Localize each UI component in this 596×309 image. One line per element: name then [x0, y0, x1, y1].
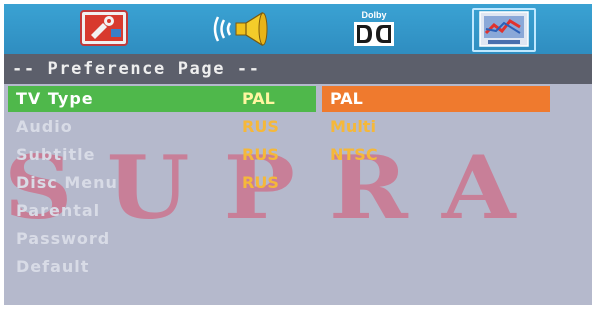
menu-item-label: Disc Menu	[16, 173, 118, 192]
option-label: PAL	[330, 89, 363, 108]
menu-item-value: PAL	[242, 89, 275, 108]
menu-item-label: Password	[16, 229, 111, 248]
menu-item-value: RUS	[242, 173, 279, 192]
menu-item-audio[interactable]: Audio RUS	[4, 114, 324, 140]
menu-item-subtitle[interactable]: Subtitle RUS	[4, 142, 324, 168]
option-label: Multi	[330, 117, 376, 136]
menu-item-password[interactable]: Password	[4, 226, 324, 252]
speaker-icon	[213, 11, 268, 47]
page-title: -- Preference Page --	[12, 59, 261, 79]
menu-item-disc-menu[interactable]: Disc Menu RUS	[4, 170, 324, 196]
option-pal[interactable]: PAL	[322, 86, 550, 112]
menu-item-parental[interactable]: Parental	[4, 198, 324, 224]
tab-bar: Dolby	[4, 4, 592, 54]
menu-item-default[interactable]: Default	[4, 254, 324, 280]
menu-item-label: Audio	[16, 117, 73, 136]
dolby-label: Dolby	[361, 10, 386, 20]
tab-audio-setup[interactable]	[208, 9, 278, 49]
page-header: -- Preference Page --	[4, 54, 592, 84]
menu-item-tv-type[interactable]: TV Type PAL	[8, 86, 316, 112]
menu-item-label: Parental	[16, 201, 101, 220]
toolbox-icon	[80, 10, 128, 46]
dolby-icon: Dolby	[354, 10, 394, 46]
menu-item-label: TV Type	[16, 89, 94, 108]
menu-item-label: Default	[16, 257, 90, 276]
selected-tab-frame	[472, 8, 536, 52]
menu-item-label: Subtitle	[16, 145, 96, 164]
tab-dolby-setup[interactable]: Dolby	[346, 9, 402, 49]
option-ntsc[interactable]: NTSC	[322, 142, 550, 168]
tab-preference-setup[interactable]	[472, 8, 536, 52]
menu-item-value: RUS	[242, 145, 279, 164]
osd-screen: Dolby -- Preference Page -- SUPRA TV Typ…	[4, 4, 592, 305]
tab-system-setup[interactable]	[79, 9, 131, 49]
option-label: NTSC	[330, 145, 378, 164]
option-multi[interactable]: Multi	[322, 114, 550, 140]
menu-item-value: RUS	[242, 117, 279, 136]
